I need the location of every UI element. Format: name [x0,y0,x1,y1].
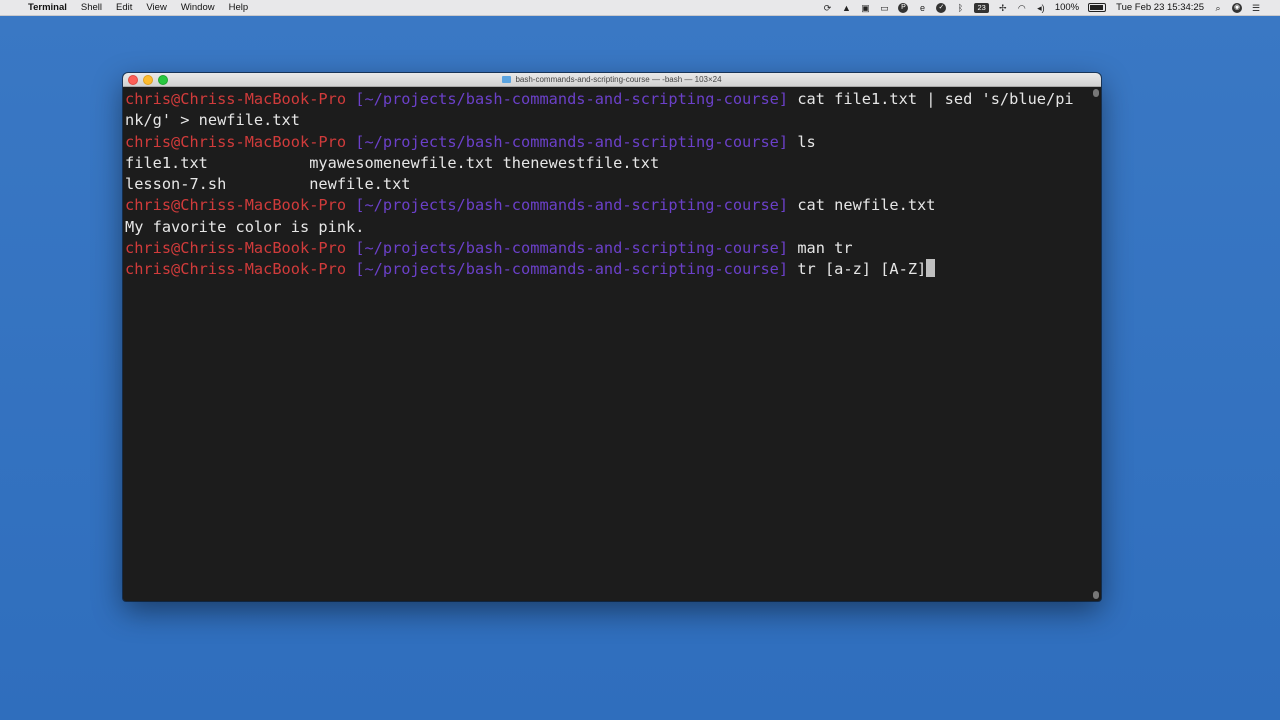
p-icon[interactable]: P [898,2,909,13]
menu-shell[interactable]: Shell [81,2,102,13]
scrollbar[interactable] [1093,89,1099,599]
battery-icon[interactable] [1088,3,1107,12]
user-icon[interactable]: ◉ [1232,2,1242,13]
prompt-user: chris@Chriss-MacBook-Pro [125,239,347,258]
output-line: lesson-7.sh newfile.txt [125,174,1101,195]
menu-edit[interactable]: Edit [116,2,132,13]
output-text: file1.txt myawesomenewfile.txt thenewest… [125,153,660,172]
minimize-button[interactable] [143,75,153,85]
output-line: My favorite color is pink. [125,217,1101,238]
bluetooth-icon[interactable]: ᛒ [955,3,965,13]
prompt-line: chris@Chriss-MacBook-Pro [~/projects/bas… [125,89,1101,110]
sync-icon[interactable]: ⟳ [822,3,832,13]
wifi-icon[interactable]: ◠ [1017,3,1027,13]
terminal-content[interactable]: chris@Chriss-MacBook-Pro [~/projects/bas… [123,87,1101,599]
volume-icon[interactable]: ◂) [1036,3,1046,13]
menu-bar: Terminal Shell Edit View Window Help ⟳ ▲… [0,0,1280,16]
cast-icon[interactable]: ▭ [879,3,889,13]
output-text: My favorite color is pink. [125,217,365,236]
battery-percent[interactable]: 100% [1055,2,1079,13]
command-text: cat newfile.txt [797,196,936,215]
command-text: ls [797,132,816,151]
menu-help[interactable]: Help [229,2,249,13]
prompt-path: [~/projects/bash-commands-and-scripting-… [355,239,789,258]
prompt-user: chris@Chriss-MacBook-Pro [125,90,347,108]
prompt-user: chris@Chriss-MacBook-Pro [125,260,347,279]
prompt-path: [~/projects/bash-commands-and-scripting-… [355,196,789,215]
prompt-path: [~/projects/bash-commands-and-scripting-… [355,132,789,151]
status-badge[interactable]: 23 [974,2,989,13]
close-button[interactable] [128,75,138,85]
scroll-thumb-top[interactable] [1093,89,1099,97]
prompt-path: [~/projects/bash-commands-and-scripting-… [355,260,789,279]
menu-view[interactable]: View [146,2,166,13]
search-icon[interactable]: ⌕ [1213,3,1223,13]
notes-icon[interactable]: ▣ [860,3,870,13]
window-titlebar[interactable]: bash-commands-and-scripting-course — -ba… [123,73,1101,87]
prompt-line: chris@Chriss-MacBook-Pro [~/projects/bas… [125,132,1101,153]
prompt-line: chris@Chriss-MacBook-Pro [~/projects/bas… [125,259,1101,280]
zoom-button[interactable] [158,75,168,85]
menu-window[interactable]: Window [181,2,215,13]
command-text: cat file1.txt | sed 's/blue/pi [797,90,1074,108]
prompt-user: chris@Chriss-MacBook-Pro [125,196,347,215]
output-text: lesson-7.sh newfile.txt [125,175,411,194]
text-cursor [926,259,936,278]
status-area: ⟳ ▲ ▣ ▭ P e ✓ ᛒ 23 ✢ ◠ ◂) 100% Tue Feb 2… [822,2,1280,13]
window-title: bash-commands-and-scripting-course — -ba… [515,75,722,84]
command-text: man tr [797,239,853,258]
prompt-line: chris@Chriss-MacBook-Pro [~/projects/bas… [125,195,1101,216]
clock[interactable]: Tue Feb 23 15:34:25 [1116,2,1204,13]
menu-app-terminal[interactable]: Terminal [28,2,67,13]
prompt-user: chris@Chriss-MacBook-Pro [125,132,347,151]
upload-icon[interactable]: ▲ [841,3,851,13]
terminal-window: bash-commands-and-scripting-course — -ba… [123,73,1101,601]
scroll-thumb-bottom[interactable] [1093,591,1099,599]
menu-icon[interactable]: ☰ [1251,3,1261,13]
output-text: nk/g' > newfile.txt [125,111,300,130]
desktop: Terminal Shell Edit View Window Help ⟳ ▲… [0,0,1280,720]
command-text: tr [a-z] [A-Z] [797,260,927,279]
menu-extra-icon[interactable]: ✢ [998,3,1008,13]
check-icon[interactable]: ✓ [936,2,947,13]
output-line: file1.txt myawesomenewfile.txt thenewest… [125,153,1101,174]
output-line: nk/g' > newfile.txt [125,110,1101,131]
window-controls [128,75,173,85]
folder-icon [502,76,512,83]
edge-icon[interactable]: e [917,3,927,13]
prompt-path: [~/projects/bash-commands-and-scripting-… [355,90,789,108]
prompt-line: chris@Chriss-MacBook-Pro [~/projects/bas… [125,238,1101,259]
